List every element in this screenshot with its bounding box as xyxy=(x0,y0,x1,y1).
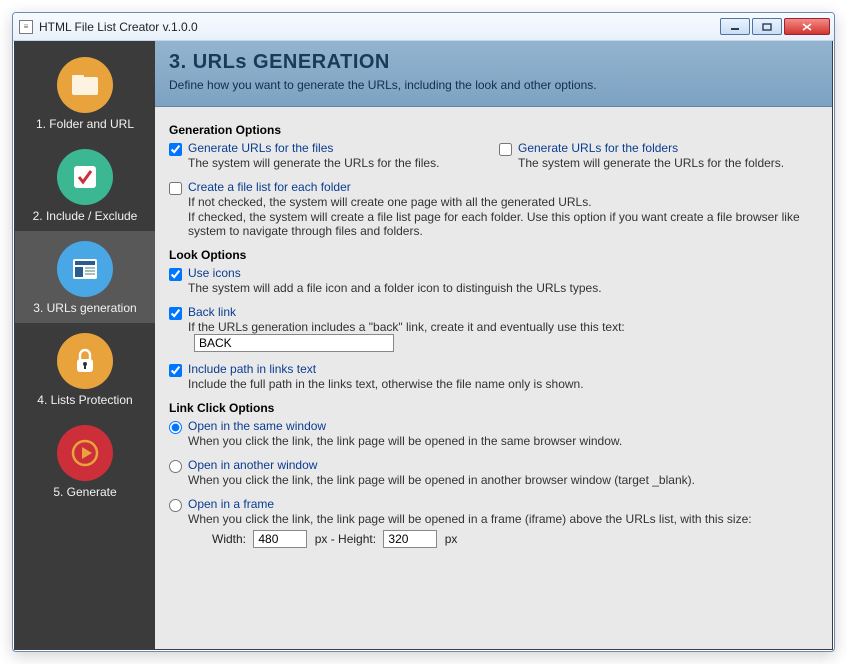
sidebar-item-urls-generation[interactable]: 3. URLs generation xyxy=(15,231,155,323)
checkbox-icon xyxy=(57,149,113,205)
desc-open-frame: When you click the link, the link page w… xyxy=(188,512,818,526)
radio-open-same[interactable] xyxy=(169,421,182,434)
sidebar-item-label: 2. Include / Exclude xyxy=(19,209,151,223)
section-link-click-options: Link Click Options xyxy=(169,401,818,415)
checkbox-use-icons[interactable] xyxy=(169,268,182,281)
titlebar[interactable]: ≡ HTML File List Creator v.1.0.0 xyxy=(13,13,834,41)
label-per-folder: Create a file list for each folder xyxy=(188,180,818,194)
desc-include-path: Include the full path in the links text,… xyxy=(188,377,818,391)
label-open-other: Open in another window xyxy=(188,458,818,472)
content-pane: 3. URLs GENERATION Define how you want t… xyxy=(155,41,832,649)
sidebar-item-label: 5. Generate xyxy=(19,485,151,499)
label-width: Width: xyxy=(212,532,246,546)
section-look-options: Look Options xyxy=(169,248,818,262)
app-window: ≡ HTML File List Creator v.1.0.0 1. Fold… xyxy=(12,12,835,652)
page-title: 3. URLs GENERATION xyxy=(169,51,818,74)
label-back-link: Back link xyxy=(188,305,818,319)
sidebar-item-include-exclude[interactable]: 2. Include / Exclude xyxy=(15,139,155,231)
sidebar-item-label: 3. URLs generation xyxy=(19,301,151,315)
page-subtitle: Define how you want to generate the URLs… xyxy=(169,78,818,92)
checkbox-include-path[interactable] xyxy=(169,364,182,377)
label-generate-folders: Generate URLs for the folders xyxy=(518,141,784,155)
folder-icon xyxy=(57,57,113,113)
checkbox-generate-folders[interactable] xyxy=(499,143,512,156)
sidebar-item-label: 1. Folder and URL xyxy=(19,117,151,131)
page-header: 3. URLs GENERATION Define how you want t… xyxy=(155,41,832,107)
desc-generate-folders: The system will generate the URLs for th… xyxy=(518,156,784,170)
radio-open-frame[interactable] xyxy=(169,499,182,512)
wizard-sidebar: 1. Folder and URL 2. Include / Exclude 3… xyxy=(15,41,155,649)
maximize-button[interactable] xyxy=(752,18,782,35)
section-generation-options: Generation Options xyxy=(169,123,818,137)
desc-per-folder-2: If checked, the system will create a fil… xyxy=(188,210,818,238)
play-icon xyxy=(57,425,113,481)
input-frame-height[interactable] xyxy=(383,530,437,548)
desc-per-folder-1: If not checked, the system will create o… xyxy=(188,195,818,209)
client-area: 1. Folder and URL 2. Include / Exclude 3… xyxy=(14,41,833,650)
sidebar-item-generate[interactable]: 5. Generate xyxy=(15,415,155,507)
label-open-frame: Open in a frame xyxy=(188,497,818,511)
label-generate-files: Generate URLs for the files xyxy=(188,141,459,155)
label-use-icons: Use icons xyxy=(188,266,818,280)
label-include-path: Include path in links text xyxy=(188,362,818,376)
radio-open-other[interactable] xyxy=(169,460,182,473)
label-open-same: Open in the same window xyxy=(188,419,818,433)
checkbox-back-link[interactable] xyxy=(169,307,182,320)
frame-size-row: Width: px - Height: px xyxy=(208,530,818,548)
minimize-button[interactable] xyxy=(720,18,750,35)
sidebar-item-label: 4. Lists Protection xyxy=(19,393,151,407)
checkbox-generate-files[interactable] xyxy=(169,143,182,156)
app-icon: ≡ xyxy=(19,20,33,34)
sidebar-item-folder-url[interactable]: 1. Folder and URL xyxy=(15,47,155,139)
desc-open-same: When you click the link, the link page w… xyxy=(188,434,818,448)
page-body: Generation Options Generate URLs for the… xyxy=(155,107,832,649)
input-back-text[interactable] xyxy=(194,334,394,352)
page-icon xyxy=(57,241,113,297)
close-button[interactable] xyxy=(784,18,830,35)
sidebar-item-lists-protection[interactable]: 4. Lists Protection xyxy=(15,323,155,415)
desc-open-other: When you click the link, the link page w… xyxy=(188,473,818,487)
input-frame-width[interactable] xyxy=(253,530,307,548)
desc-use-icons: The system will add a file icon and a fo… xyxy=(188,281,818,295)
window-title: HTML File List Creator v.1.0.0 xyxy=(39,20,720,34)
lock-icon xyxy=(57,333,113,389)
desc-back-link: If the URLs generation includes a "back"… xyxy=(188,320,818,352)
label-px-height: px - Height: xyxy=(315,532,376,546)
label-px: px xyxy=(445,532,458,546)
desc-generate-files: The system will generate the URLs for th… xyxy=(188,156,459,170)
checkbox-per-folder[interactable] xyxy=(169,182,182,195)
